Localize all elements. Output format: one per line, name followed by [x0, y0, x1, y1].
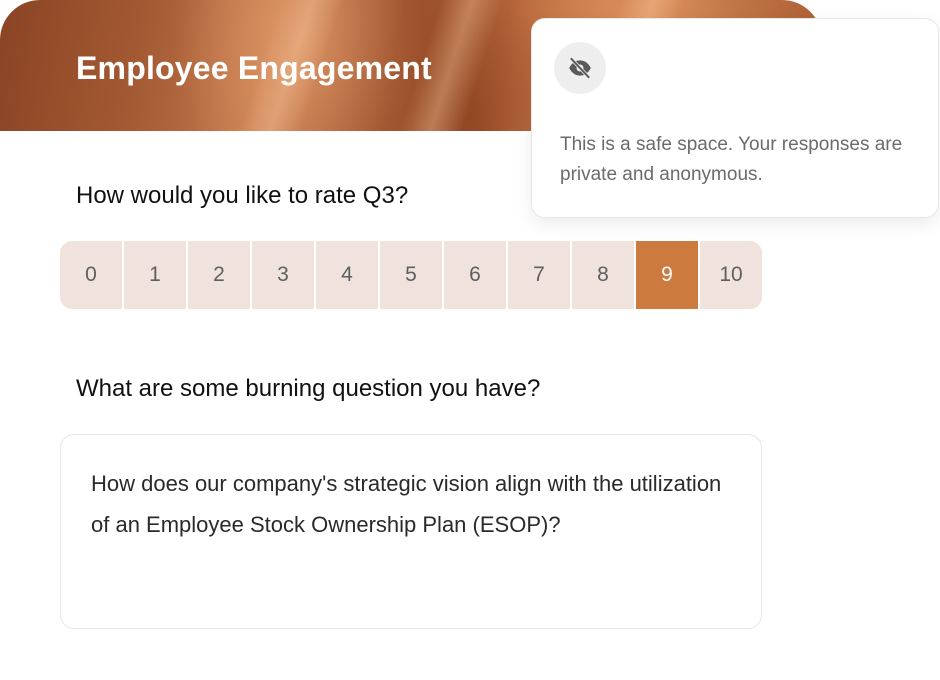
rating-option-7[interactable]: 7: [508, 241, 570, 309]
rating-question-label: How would you like to rate Q3?: [76, 182, 409, 209]
privacy-tooltip: This is a safe space. Your responses are…: [531, 18, 939, 218]
text-question-label: What are some burning question you have?: [76, 375, 541, 402]
rating-option-4[interactable]: 4: [316, 241, 378, 309]
rating-option-9[interactable]: 9: [636, 241, 698, 309]
rating-option-2[interactable]: 2: [188, 241, 250, 309]
page-title: Employee Engagement: [76, 50, 432, 86]
answer-textarea[interactable]: How does our company's strategic vision …: [60, 434, 762, 629]
rating-option-5[interactable]: 5: [380, 241, 442, 309]
rating-option-10[interactable]: 10: [700, 241, 762, 309]
rating-option-0[interactable]: 0: [60, 241, 122, 309]
rating-option-6[interactable]: 6: [444, 241, 506, 309]
rating-option-8[interactable]: 8: [572, 241, 634, 309]
privacy-message: This is a safe space. Your responses are…: [560, 134, 903, 185]
survey-page: Employee Engagement How would you like t…: [0, 0, 940, 680]
rating-option-1[interactable]: 1: [124, 241, 186, 309]
rating-scale: 0 1 2 3 4 5 6 7 8 9 10: [60, 241, 762, 309]
eye-off-icon: [554, 42, 606, 94]
rating-option-3[interactable]: 3: [252, 241, 314, 309]
